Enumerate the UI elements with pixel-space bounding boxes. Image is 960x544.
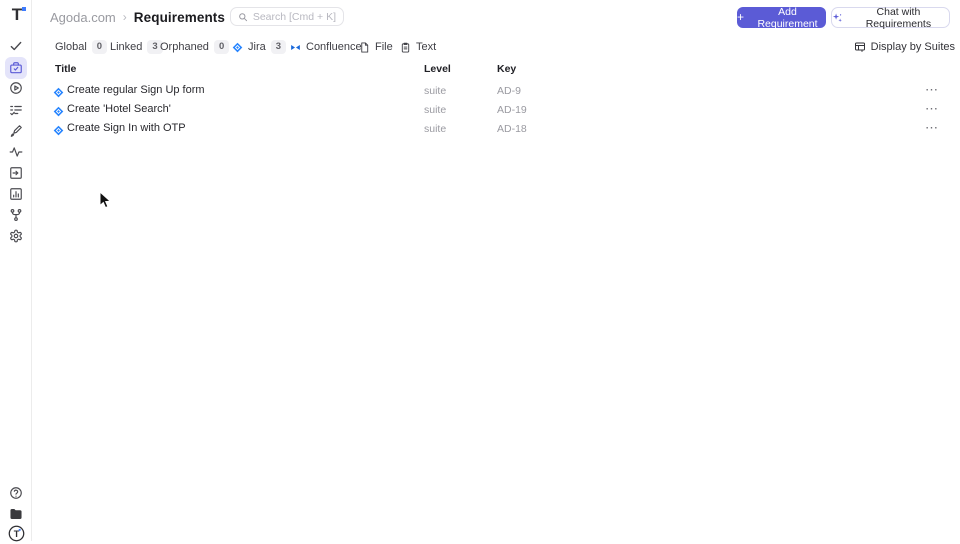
- sidebar-item-branches[interactable]: [5, 204, 27, 226]
- breadcrumb-separator: ›: [122, 10, 127, 24]
- app-logo[interactable]: T: [7, 5, 27, 25]
- app-window: T T Agoda.com › Requirements Search [Cmd…: [0, 0, 960, 541]
- help-icon: [10, 487, 22, 499]
- requirement-key: AD-9: [497, 85, 521, 97]
- requirement-key: AD-18: [497, 123, 527, 135]
- search-input[interactable]: Search [Cmd + K]: [230, 7, 344, 26]
- jira-icon: [232, 42, 243, 52]
- breadcrumb: Agoda.com › Requirements 3: [50, 8, 248, 26]
- sidebar-item-requirements[interactable]: [5, 57, 27, 79]
- main-content: Agoda.com › Requirements 3 Search [Cmd +…: [32, 0, 960, 541]
- add-requirement-button[interactable]: + Add Requirement: [737, 5, 826, 30]
- add-requirement-label: Add Requirement: [757, 5, 818, 30]
- requirements-briefcase-icon: [10, 62, 22, 74]
- requirement-level: suite: [424, 85, 447, 97]
- pulse-icon: [9, 147, 23, 157]
- requirement-key: AD-19: [497, 104, 527, 116]
- requirement-level: suite: [424, 123, 447, 135]
- list-checks-icon: [10, 105, 22, 116]
- breadcrumb-project[interactable]: Agoda.com: [50, 10, 116, 25]
- table-row[interactable]: Create 'Hotel Search' suite AD-19 ⋯: [32, 100, 960, 119]
- folder-icon: [10, 509, 22, 519]
- display-by-suites-toggle[interactable]: Display by Suites: [854, 39, 955, 55]
- jira-icon: [53, 123, 64, 141]
- column-header-key: Key: [497, 63, 517, 75]
- profile-avatar: T: [8, 525, 24, 541]
- clipboard-text-icon: [401, 42, 410, 53]
- table-row[interactable]: Create Sign In with OTP suite AD-18 ⋯: [32, 119, 960, 138]
- search-placeholder: Search [Cmd + K]: [252, 10, 336, 23]
- import-box-icon: [10, 167, 22, 179]
- filter-linked[interactable]: Linked 3: [110, 38, 163, 56]
- row-menu-button[interactable]: ⋯: [925, 82, 939, 98]
- filter-global-count: 0: [91, 40, 108, 54]
- app-logo-pixel: [22, 7, 26, 11]
- display-layout-icon: [854, 42, 865, 52]
- row-menu-button[interactable]: ⋯: [925, 101, 939, 117]
- filter-global[interactable]: Global 0: [55, 38, 108, 56]
- filter-file[interactable]: File: [359, 38, 393, 56]
- sidebar-item-activity[interactable]: [5, 141, 27, 163]
- column-header-title: Title: [55, 63, 77, 75]
- requirement-title[interactable]: Create regular Sign Up form: [67, 84, 205, 96]
- sidebar-item-import[interactable]: [5, 162, 27, 184]
- row-menu-button[interactable]: ⋯: [925, 120, 939, 136]
- filter-jira[interactable]: Jira 3: [232, 38, 287, 56]
- filter-jira-count: 3: [270, 40, 287, 54]
- column-header-level: Level: [424, 63, 451, 75]
- table-header: Title Level Key: [32, 63, 960, 79]
- requirement-level: suite: [424, 104, 447, 116]
- search-icon: [239, 12, 248, 21]
- sidebar-item-design[interactable]: [5, 120, 27, 142]
- requirement-title[interactable]: Create 'Hotel Search': [67, 103, 171, 115]
- analytics-chart-icon: [10, 188, 22, 200]
- check-icon: [10, 41, 22, 51]
- ai-sparkles-icon: [832, 12, 842, 22]
- branch-fork-icon: [10, 209, 22, 221]
- run-play-icon: [10, 82, 22, 94]
- filter-text[interactable]: Text: [400, 38, 436, 56]
- sidebar: T T: [0, 0, 32, 541]
- chat-with-requirements-label: Chat with Requirements: [865, 5, 932, 30]
- plus-icon: +: [737, 10, 745, 24]
- sidebar-item-analytics[interactable]: [5, 183, 27, 205]
- requirement-title[interactable]: Create Sign In with OTP: [67, 122, 186, 134]
- file-icon: [361, 41, 369, 53]
- brush-icon: [10, 125, 22, 137]
- page-title: Requirements: [133, 9, 225, 25]
- filter-confluence[interactable]: Confluence: [290, 38, 362, 56]
- confluence-icon: [291, 44, 300, 50]
- table-row[interactable]: Create regular Sign Up form suite AD-9 ⋯: [32, 81, 960, 100]
- sidebar-item-runs[interactable]: [5, 77, 27, 99]
- sidebar-item-settings[interactable]: [5, 225, 27, 247]
- sidebar-item-help[interactable]: [5, 482, 27, 504]
- chat-with-requirements-button[interactable]: Chat with Requirements: [831, 5, 950, 30]
- filter-orphaned[interactable]: Orphaned 0: [160, 38, 230, 56]
- settings-gear-icon: [10, 229, 22, 243]
- sidebar-item-test-plans[interactable]: [5, 99, 27, 121]
- sidebar-item-check[interactable]: [5, 35, 27, 57]
- filter-orphaned-count: 0: [213, 40, 230, 54]
